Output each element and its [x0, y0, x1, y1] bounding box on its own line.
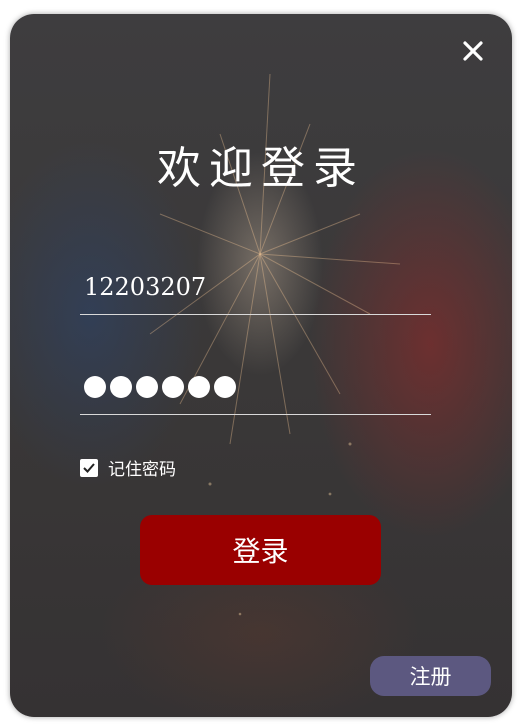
password-mask-dot [84, 375, 106, 398]
login-window: 欢迎登录 记住密码 登录 注册 [10, 14, 512, 717]
checkbox-box[interactable] [80, 458, 98, 477]
remember-password-checkbox[interactable]: 记住密码 [80, 455, 176, 480]
register-button[interactable]: 注册 [370, 656, 491, 696]
password-mask-dot [214, 375, 236, 398]
password-mask-dot [188, 375, 210, 398]
password-input[interactable] [80, 359, 431, 415]
login-button[interactable]: 登录 [140, 515, 381, 585]
username-input[interactable] [80, 259, 431, 315]
close-button[interactable] [460, 38, 486, 64]
password-mask-dot [162, 375, 184, 398]
password-mask-dot [110, 375, 132, 398]
page-title: 欢迎登录 [157, 143, 365, 194]
remember-password-label: 记住密码 [108, 460, 176, 480]
password-mask-dot [136, 375, 158, 398]
checkmark-icon [83, 462, 95, 473]
close-icon [463, 41, 483, 61]
